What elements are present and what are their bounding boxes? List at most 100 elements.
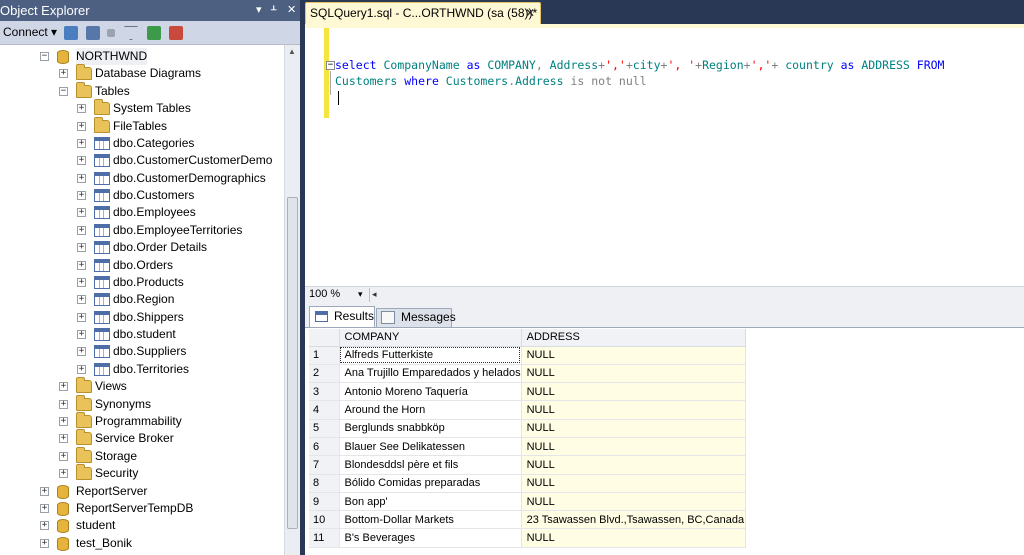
table-row[interactable]: 11 B's Beverages NULL (309, 528, 746, 548)
expand-node-icon[interactable]: + (77, 104, 86, 114)
expand-node-icon[interactable]: + (59, 451, 68, 461)
outline-collapse-icon[interactable]: − (326, 61, 335, 70)
connect-object-explorer-icon[interactable] (64, 26, 78, 40)
table-row[interactable]: 1 Alfreds Futterkiste NULL (309, 346, 746, 365)
collapse-node-icon[interactable]: − (40, 52, 49, 61)
row-number-cell[interactable]: 9 (309, 492, 340, 512)
address-cell[interactable]: NULL (521, 492, 746, 512)
address-cell[interactable]: NULL (521, 437, 746, 457)
company-cell[interactable]: Berglunds snabbköp (339, 419, 522, 438)
tree-node[interactable]: + Views (0, 377, 284, 395)
expand-node-icon[interactable]: + (77, 208, 86, 218)
row-number-cell[interactable]: 2 (309, 364, 340, 384)
results-grid[interactable]: COMPANY ADDRESS 1 Alfreds Futterkiste NULL… (309, 329, 746, 548)
column-header-company[interactable]: COMPANY (339, 329, 522, 347)
connect-button[interactable]: Connect ▾ (3, 25, 57, 39)
tree-node[interactable]: + dbo.Shippers (0, 309, 284, 326)
company-cell[interactable]: Blondesddsl père et fils (339, 455, 522, 475)
stop-icon[interactable] (107, 29, 115, 37)
expand-node-icon[interactable]: + (77, 312, 86, 322)
expand-node-icon[interactable]: + (77, 191, 86, 201)
address-cell[interactable]: NULL (521, 455, 746, 475)
expand-node-icon[interactable]: + (77, 173, 86, 183)
row-number-cell[interactable]: 1 (309, 346, 340, 365)
window-position-icon[interactable]: ▾ (256, 0, 262, 21)
company-cell[interactable]: Bottom-Dollar Markets (339, 510, 522, 530)
tree-node[interactable]: + dbo.EmployeeTerritories (0, 222, 284, 239)
tree-node[interactable]: + Database Diagrams (0, 64, 284, 82)
expand-node-icon[interactable]: + (40, 538, 49, 548)
address-cell[interactable]: NULL (521, 346, 746, 365)
tree-node[interactable]: − Tables (0, 81, 284, 100)
tree-node[interactable]: + student (0, 517, 284, 534)
expand-node-icon[interactable]: + (59, 69, 68, 79)
table-row[interactable]: 3 Antonio Moreno Taquería NULL (309, 382, 746, 402)
close-tab-icon[interactable]: ✕ (525, 3, 535, 23)
address-cell[interactable]: NULL (521, 419, 746, 438)
table-row[interactable]: 5 Berglunds snabbköp NULL (309, 419, 746, 438)
expand-node-icon[interactable]: + (40, 521, 49, 531)
tree-node[interactable]: + FileTables (0, 116, 284, 135)
row-number-cell[interactable]: 10 (309, 510, 340, 530)
sql-code[interactable]: select CompanyName as COMPANY, Address+'… (335, 57, 944, 89)
address-cell[interactable]: NULL (521, 364, 746, 384)
tree-node[interactable]: + Storage (0, 446, 284, 465)
tree-node[interactable]: + dbo.Products (0, 274, 284, 291)
expand-node-icon[interactable]: + (77, 260, 86, 270)
refresh-icon[interactable] (147, 26, 161, 40)
expand-node-icon[interactable]: + (77, 330, 86, 340)
expand-node-icon[interactable]: + (59, 399, 68, 409)
expand-node-icon[interactable]: + (77, 138, 86, 148)
table-row[interactable]: 4 Around the Horn NULL (309, 400, 746, 420)
row-number-cell[interactable]: 7 (309, 455, 340, 475)
expand-node-icon[interactable]: + (77, 243, 86, 253)
column-header-address[interactable]: ADDRESS (521, 329, 746, 347)
tree-node[interactable]: + dbo.Territories (0, 361, 284, 378)
tree-node[interactable]: − NORTHWND (0, 48, 284, 65)
tree-node[interactable]: + dbo.CustomerCustomerDemo (0, 152, 284, 169)
expand-node-icon[interactable]: + (77, 225, 86, 235)
tree-node[interactable]: + dbo.CustomerDemographics (0, 170, 284, 187)
table-row[interactable]: 9 Bon app' NULL (309, 492, 746, 512)
table-row[interactable]: 10 Bottom-Dollar Markets 23 Tsawassen Blvd… (309, 510, 746, 530)
scroll-up-arrow-icon[interactable]: ▲ (288, 47, 296, 56)
tree-node[interactable]: + System Tables (0, 99, 284, 117)
close-icon[interactable]: ✕ (287, 0, 296, 21)
expand-node-icon[interactable]: + (40, 503, 49, 513)
company-cell[interactable]: Bon app' (339, 492, 522, 512)
tree-node[interactable]: + Service Broker (0, 429, 284, 447)
sql-editor[interactable]: − select CompanyName as COMPANY, Address… (305, 24, 1024, 286)
expand-node-icon[interactable]: + (59, 382, 68, 392)
tree-node[interactable]: + Synonyms (0, 394, 284, 413)
object-explorer-scrollbar[interactable]: ▲ (284, 45, 300, 555)
tree-node[interactable]: + ReportServerTempDB (0, 500, 284, 517)
zoom-level[interactable]: 100 % (309, 288, 340, 300)
address-cell[interactable]: NULL (521, 474, 746, 493)
expand-node-icon[interactable]: + (77, 156, 86, 166)
document-tab-sqlquery1[interactable]: SQLQuery1.sql - C...ORTHWND (sa (58))* ✕ (305, 2, 541, 24)
address-cell[interactable]: NULL (521, 400, 746, 420)
tree-node[interactable]: + dbo.Categories (0, 135, 284, 152)
expand-node-icon[interactable]: + (40, 486, 49, 496)
company-cell[interactable]: Blauer See Delikatessen (339, 437, 522, 457)
expand-node-icon[interactable]: + (77, 364, 86, 374)
tree-node[interactable]: + dbo.student (0, 326, 284, 343)
row-number-cell[interactable]: 6 (309, 437, 340, 457)
company-cell[interactable]: Bólido Comidas preparadas (339, 474, 522, 493)
expand-node-icon[interactable]: + (77, 121, 86, 131)
disconnect-icon[interactable] (86, 26, 100, 40)
address-cell[interactable]: 23 Tsawassen Blvd.,Tsawassen, BC,Canada (521, 510, 746, 530)
expand-node-icon[interactable]: + (59, 434, 68, 444)
collapse-node-icon[interactable]: − (59, 86, 68, 96)
table-row[interactable]: 8 Bólido Comidas preparadas NULL (309, 474, 746, 493)
address-cell[interactable]: NULL (521, 382, 746, 402)
table-row[interactable]: 2 Ana Trujillo Emparedados y helados NULL (309, 364, 746, 384)
tree-node[interactable]: + dbo.Orders (0, 257, 284, 274)
expand-node-icon[interactable]: + (59, 416, 68, 426)
tree-node[interactable]: + dbo.Employees (0, 204, 284, 221)
company-cell[interactable]: B's Beverages (339, 528, 522, 548)
address-cell[interactable]: NULL (521, 528, 746, 548)
tree-node[interactable]: + dbo.Region (0, 291, 284, 308)
tab-messages[interactable]: Messages (376, 308, 456, 327)
row-number-cell[interactable]: 11 (309, 528, 340, 548)
